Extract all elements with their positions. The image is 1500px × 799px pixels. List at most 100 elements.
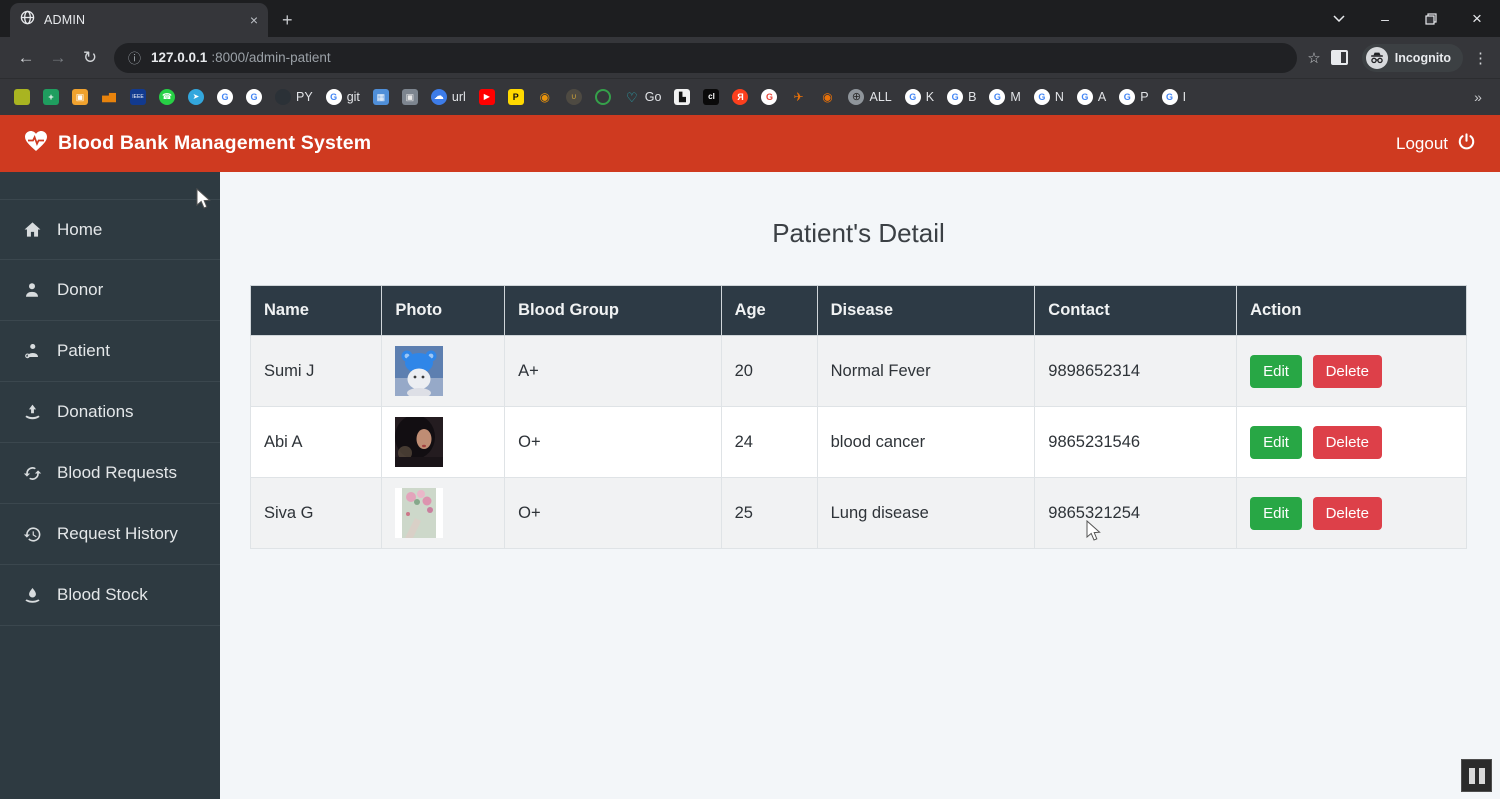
- bookmark-yandex-icon[interactable]: Я: [732, 89, 749, 105]
- sidebar-item-patient[interactable]: Patient: [0, 321, 220, 382]
- restore-button[interactable]: [1408, 0, 1454, 37]
- screen: ADMIN × + – × ← → ↻ ⓘ 127.0.0.1 :8000/ad…: [0, 0, 1500, 799]
- logout-button[interactable]: Logout: [1396, 132, 1476, 156]
- bookmark-github-icon[interactable]: PY: [275, 89, 313, 105]
- bookmark-google-icon[interactable]: G: [246, 89, 262, 105]
- logout-label: Logout: [1396, 133, 1448, 153]
- url-host: 127.0.0.1: [151, 50, 208, 65]
- bookmark-ieee-icon[interactable]: IEEE: [130, 89, 146, 105]
- bookmark-film-icon[interactable]: ▦: [372, 89, 389, 105]
- film-icon: ▦: [372, 89, 389, 105]
- github-icon: [275, 89, 291, 105]
- google-a-icon: G: [1076, 89, 1093, 105]
- delete-button[interactable]: Delete: [1312, 354, 1382, 388]
- patient-contact: 9898652314: [1034, 335, 1238, 407]
- bookmark-telegram-icon[interactable]: ➤: [188, 89, 204, 105]
- google-k-icon: G: [904, 89, 921, 105]
- browser-menu-icon[interactable]: ⋮: [1473, 49, 1488, 67]
- google-i-icon: G: [1161, 89, 1178, 105]
- back-icon[interactable]: ←: [12, 44, 40, 72]
- bookmark-google-b-icon[interactable]: GB: [947, 89, 976, 105]
- bookmark-globe-all-icon[interactable]: ⊕ ALL: [848, 89, 892, 105]
- telegram-icon: ➤: [188, 89, 204, 105]
- incognito-icon: [1365, 46, 1388, 69]
- bookmark-google-colored-icon[interactable]: G: [761, 89, 778, 105]
- patient-disease: Normal Fever: [816, 335, 1036, 407]
- bookmark-cloud-url-icon[interactable]: ☁ url: [430, 89, 466, 105]
- bookmark-eye-icon[interactable]: ◉: [819, 89, 835, 105]
- patient-photo-hand-with-pink-flowers: [395, 488, 444, 538]
- bookmark-sheets-icon[interactable]: +: [43, 89, 59, 105]
- bookmark-label: P: [1140, 90, 1149, 104]
- tab-close-icon[interactable]: ×: [250, 12, 258, 28]
- patient-name: Sumi J: [249, 335, 383, 407]
- bookmark-camera-icon[interactable]: ▣: [401, 89, 418, 105]
- bookmark-cart-icon[interactable]: ∪: [565, 89, 582, 105]
- sidebar-item-request-history[interactable]: Request History: [0, 504, 220, 565]
- bookmark-google-a-icon[interactable]: GA: [1076, 89, 1106, 105]
- globe-favicon-icon: [20, 10, 35, 30]
- patient-contact: 9865231546: [1034, 406, 1238, 478]
- bookmark-label: git: [346, 90, 360, 104]
- address-bar[interactable]: ⓘ 127.0.0.1 :8000/admin-patient: [114, 42, 1298, 73]
- sidebar-item-label: Blood Stock: [57, 585, 148, 604]
- close-window-button[interactable]: ×: [1454, 0, 1500, 37]
- delete-button[interactable]: Delete: [1312, 425, 1382, 459]
- bookmark-godaddy-icon[interactable]: ♡ Go: [624, 89, 662, 105]
- bookmark-google-n-icon[interactable]: GN: [1033, 89, 1064, 105]
- reload-icon[interactable]: ↻: [76, 44, 104, 72]
- bookmarks-bar: + ▣ ▅▇ IEEE ☎ ➤ G G PY Ggit ▦ ▣ ☁ url ▶ P ◉ ∪ ♡ Go ▙ cl Я G ✈ ◉ ⊕ A…: [0, 78, 1500, 115]
- ieee-icon: IEEE: [130, 89, 146, 105]
- bookmark-google-k-icon[interactable]: GK: [904, 89, 934, 105]
- edit-button[interactable]: Edit: [1250, 496, 1302, 530]
- bookmark-google-p-icon[interactable]: GP: [1119, 89, 1149, 105]
- column-header-photo: Photo: [381, 285, 506, 336]
- whatsapp-icon: ☎: [159, 89, 175, 105]
- window-controls: – ×: [1316, 0, 1500, 37]
- sidebar-item-blood-stock[interactable]: Blood Stock: [0, 565, 220, 626]
- sidebar-item-home[interactable]: Home: [0, 199, 220, 260]
- camera-icon: ▣: [401, 89, 418, 105]
- pause-button[interactable]: [1461, 759, 1492, 792]
- bookmark-google-icon[interactable]: G: [217, 89, 233, 105]
- bookmark-google-git-icon[interactable]: Ggit: [325, 89, 360, 105]
- bookmark-whatsapp-icon[interactable]: ☎: [159, 89, 175, 105]
- edit-button[interactable]: Edit: [1250, 425, 1302, 459]
- patient-actions: Edit Delete: [1236, 406, 1467, 478]
- bookmark-google-m-icon[interactable]: GM: [989, 89, 1021, 105]
- minimize-button[interactable]: –: [1362, 0, 1408, 37]
- delete-button[interactable]: Delete: [1312, 496, 1382, 530]
- browser-tab-admin[interactable]: ADMIN ×: [10, 3, 268, 37]
- sheets-icon: +: [43, 89, 59, 105]
- heart-pulse-icon: [24, 130, 48, 158]
- new-tab-button[interactable]: +: [282, 10, 293, 37]
- bookmark-youtube-icon[interactable]: ▶: [478, 89, 495, 105]
- chevron-down-icon[interactable]: [1316, 0, 1362, 37]
- bookmark-orange-badge-icon[interactable]: ▣: [72, 89, 88, 105]
- edit-button[interactable]: Edit: [1250, 354, 1302, 388]
- bookmark-bookmarks-overflow[interactable]: »: [1470, 89, 1486, 105]
- bookmark-google-i-icon[interactable]: GI: [1161, 89, 1186, 105]
- bookmark-p-icon[interactable]: P: [507, 89, 524, 105]
- bookmark-cl-icon[interactable]: cl: [703, 89, 720, 105]
- patient-photo-cell: [381, 335, 506, 407]
- sidebar-item-label: Donor: [57, 280, 104, 299]
- sidebar-item-label: Blood Requests: [57, 463, 178, 482]
- blood-drop-icon: [22, 585, 42, 605]
- page-info-icon[interactable]: ⓘ: [128, 48, 141, 67]
- google-git-icon: G: [325, 89, 342, 105]
- forward-icon[interactable]: →: [44, 44, 72, 72]
- bookmark-analytics-icon[interactable]: ▅▇: [101, 89, 117, 105]
- bookmark-tilted-bars-icon[interactable]: [14, 89, 30, 105]
- sidebar-item-blood-requests[interactable]: Blood Requests: [0, 443, 220, 504]
- sidebar-item-donor[interactable]: Donor: [0, 260, 220, 321]
- bookmark-eagle-doc-icon[interactable]: ▙: [674, 89, 691, 105]
- orange-badge-icon: ▣: [72, 89, 88, 105]
- bookmark-paper-plane-icon[interactable]: ✈: [790, 89, 806, 105]
- bookmark-movie-camera-icon[interactable]: ◉: [537, 89, 553, 105]
- side-panel-icon[interactable]: [1330, 50, 1348, 65]
- patient-name: Siva G: [249, 477, 383, 549]
- sidebar-item-donations[interactable]: Donations: [0, 382, 220, 443]
- bookmark-star-icon[interactable]: ☆: [1307, 49, 1320, 67]
- bookmark-ring-icon[interactable]: [594, 89, 611, 105]
